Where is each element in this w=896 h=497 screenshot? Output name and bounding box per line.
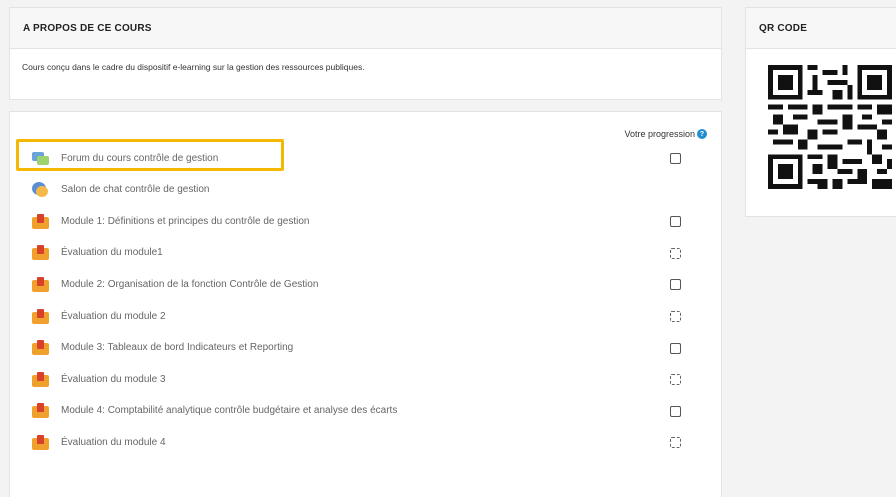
activity-label[interactable]: Évaluation du module1 — [61, 247, 163, 258]
qr-code-image — [768, 65, 892, 189]
activity-item[interactable]: Évaluation du module 3 — [32, 369, 166, 389]
activity-label[interactable]: Évaluation du module 2 — [61, 311, 166, 322]
activity-item[interactable]: Forum du cours contrôle de gestion — [32, 148, 218, 168]
chat-icon — [32, 182, 49, 198]
auto-completion-checkbox — [670, 311, 681, 322]
activity-item[interactable]: Module 3: Tableaux de bord Indicateurs e… — [32, 338, 293, 358]
activity-item[interactable]: Salon de chat contrôle de gestion — [32, 180, 209, 200]
module-icon — [32, 213, 49, 229]
module-icon — [32, 276, 49, 292]
about-course-description: Cours conçu dans le cadre du dispositif … — [22, 62, 365, 72]
activity-label[interactable]: Évaluation du module 4 — [61, 437, 166, 448]
activity-item[interactable]: Évaluation du module 2 — [32, 306, 166, 326]
activity-item[interactable]: Évaluation du module1 — [32, 243, 163, 263]
progress-label: Votre progression — [624, 129, 695, 139]
module-icon — [32, 245, 49, 261]
auto-completion-checkbox — [670, 437, 681, 449]
completion-checkbox[interactable] — [670, 405, 681, 417]
activity-label[interactable]: Module 1: Définitions et principes du co… — [61, 216, 309, 227]
activity-label[interactable]: Module 2: Organisation de la fonction Co… — [61, 279, 318, 290]
completion-checkbox[interactable] — [670, 279, 681, 291]
activity-label[interactable]: Salon de chat contrôle de gestion — [61, 184, 209, 195]
progress-header: Votre progression ? — [624, 129, 707, 139]
completion-checkbox[interactable] — [670, 153, 681, 164]
module-icon — [32, 340, 49, 356]
activity-label[interactable]: Module 4: Comptabilité analytique contrô… — [61, 405, 397, 416]
qr-code-card: QR CODE — [745, 7, 896, 217]
activity-item[interactable]: Module 1: Définitions et principes du co… — [32, 211, 309, 231]
completion-checkbox[interactable] — [670, 342, 681, 354]
auto-completion-checkbox — [670, 374, 681, 386]
activity-label[interactable]: Forum du cours contrôle de gestion — [61, 153, 218, 164]
qr-code-title: QR CODE — [746, 8, 896, 49]
auto-completion-checkbox — [670, 247, 681, 259]
about-course-title: A PROPOS DE CE COURS — [10, 8, 721, 49]
forum-icon — [32, 151, 49, 166]
activity-label[interactable]: Module 3: Tableaux de bord Indicateurs e… — [61, 342, 293, 353]
activity-item[interactable]: Évaluation du module 4 — [32, 432, 166, 452]
module-icon — [32, 434, 49, 450]
module-icon — [32, 371, 49, 387]
completion-checkbox[interactable] — [670, 216, 681, 228]
module-icon — [32, 308, 49, 324]
activity-label[interactable]: Évaluation du module 3 — [61, 374, 166, 385]
module-icon — [32, 403, 49, 419]
activity-item[interactable]: Module 2: Organisation de la fonction Co… — [32, 274, 318, 294]
activity-item[interactable]: Module 4: Comptabilité analytique contrô… — [32, 401, 397, 421]
about-course-card: A PROPOS DE CE COURS Cours conçu dans le… — [9, 7, 722, 100]
help-icon[interactable]: ? — [697, 129, 707, 139]
